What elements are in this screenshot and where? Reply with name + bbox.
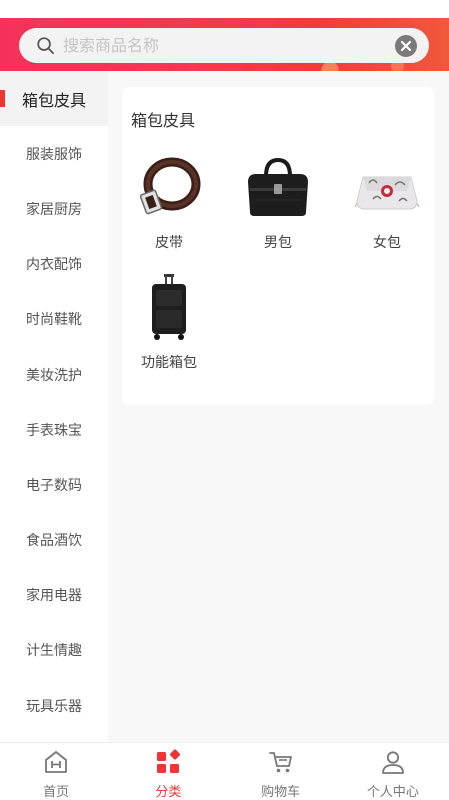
subcategory-card: 箱包皮具 皮带 男包 女包 功能箱包 bbox=[122, 87, 434, 405]
sidebar-item-beauty[interactable]: 美妆洗护 bbox=[0, 347, 108, 402]
luggage-image bbox=[132, 271, 206, 343]
tab-category[interactable]: 分类 bbox=[112, 743, 224, 800]
sidebar-item-appliances[interactable]: 家用电器 bbox=[0, 568, 108, 623]
bottom-tab-bar: 首页 分类 购物车 个人中心 bbox=[0, 742, 449, 800]
category-icon bbox=[157, 749, 181, 773]
cart-icon bbox=[268, 752, 292, 773]
tab-home[interactable]: 首页 bbox=[0, 743, 112, 800]
sidebar-item-clothing[interactable]: 服装服饰 bbox=[0, 126, 108, 181]
tab-profile[interactable]: 个人中心 bbox=[337, 743, 449, 800]
home-icon bbox=[45, 751, 68, 773]
sidebar-item-electronics[interactable]: 电子数码 bbox=[0, 457, 108, 512]
search-input[interactable] bbox=[63, 28, 383, 63]
category-sidebar: 箱包皮具 服装服饰 家居厨房 内衣配饰 时尚鞋靴 美妆洗护 手表珠宝 电子数码 … bbox=[0, 71, 108, 742]
subcategory-title: 箱包皮具 bbox=[131, 111, 196, 130]
sidebar-item-luggage[interactable]: 箱包皮具 bbox=[0, 71, 108, 127]
sidebar-item-food-drink[interactable]: 食品酒饮 bbox=[0, 513, 108, 568]
search-bar[interactable] bbox=[19, 28, 429, 63]
belt-image bbox=[132, 151, 206, 223]
tab-label: 分类 bbox=[155, 785, 182, 800]
clear-icon[interactable] bbox=[395, 35, 417, 57]
sidebar-item-toys[interactable]: 玩具乐器 bbox=[0, 678, 108, 733]
sidebar-item-home-kitchen[interactable]: 家居厨房 bbox=[0, 181, 108, 236]
product-womens-bag[interactable]: 女包 bbox=[342, 151, 432, 252]
womens-bag-image bbox=[350, 151, 424, 223]
product-mens-bag[interactable]: 男包 bbox=[233, 151, 323, 252]
search-icon bbox=[37, 37, 54, 54]
product-belt[interactable]: 皮带 bbox=[124, 151, 214, 252]
product-label: 功能箱包 bbox=[141, 355, 197, 371]
tab-label: 购物车 bbox=[261, 785, 301, 800]
category-content: 箱包皮具 皮带 男包 女包 功能箱包 bbox=[108, 71, 449, 742]
sidebar-item-adult[interactable]: 计生情趣 bbox=[0, 623, 108, 678]
product-label: 女包 bbox=[373, 235, 401, 251]
user-icon bbox=[381, 751, 404, 774]
product-luggage[interactable]: 功能箱包 bbox=[124, 271, 214, 372]
sidebar-item-watches-jewelry[interactable]: 手表珠宝 bbox=[0, 402, 108, 457]
mens-bag-image bbox=[241, 151, 315, 223]
tab-label: 个人中心 bbox=[366, 785, 419, 800]
product-label: 皮带 bbox=[155, 235, 183, 251]
product-label: 男包 bbox=[264, 235, 292, 251]
tab-cart[interactable]: 购物车 bbox=[225, 743, 337, 800]
tab-label: 首页 bbox=[43, 785, 70, 800]
sidebar-item-shoes[interactable]: 时尚鞋靴 bbox=[0, 292, 108, 347]
sidebar-item-underwear[interactable]: 内衣配饰 bbox=[0, 237, 108, 292]
header-bar bbox=[0, 18, 449, 71]
